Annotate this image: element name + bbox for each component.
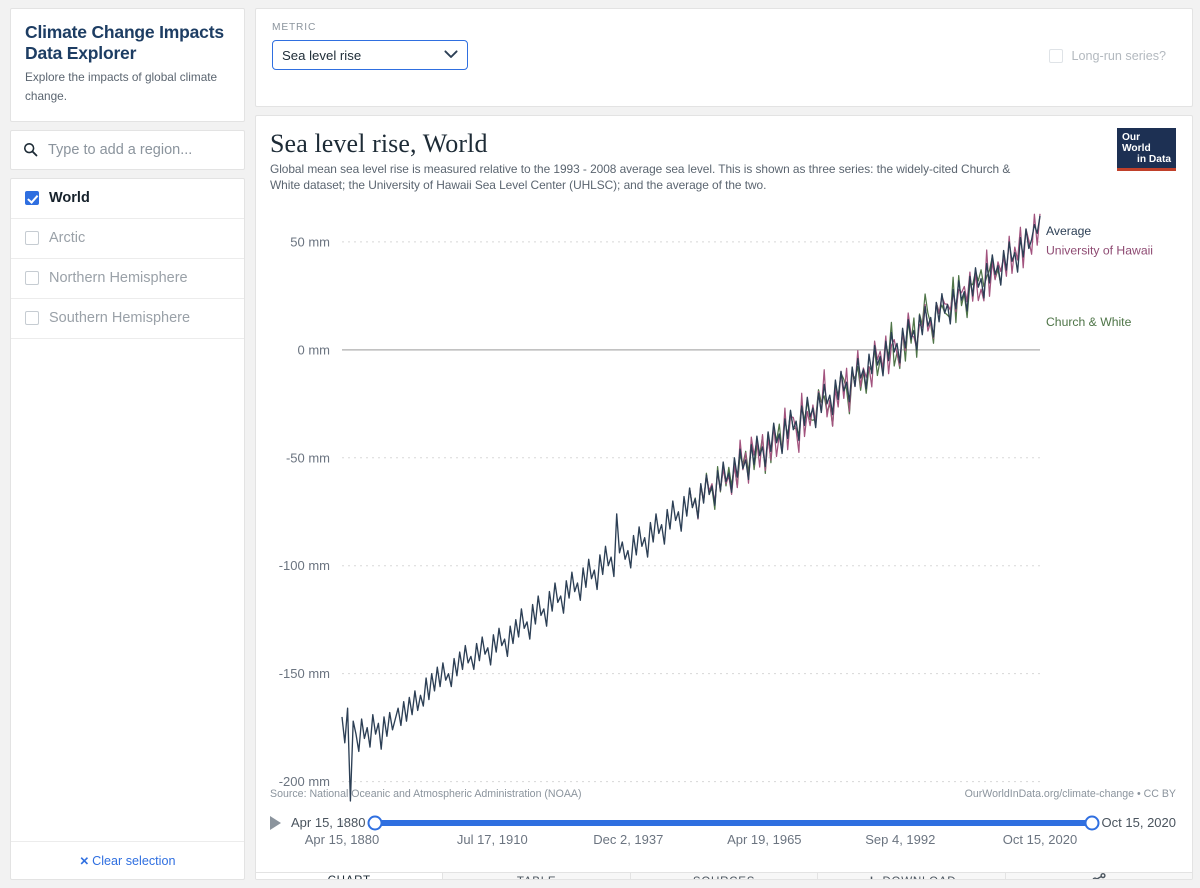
page-subtitle: Explore the impacts of global climate ch… [25, 70, 218, 104]
series-average [341, 215, 1041, 802]
share-icon [1092, 873, 1106, 879]
explorer-app: Climate Change Impacts Data Explorer Exp… [0, 0, 1200, 888]
long-run-series-label: Long-run series? [1071, 49, 1166, 63]
chart-tabs: CHART TABLE SOURCES DOW [256, 872, 1192, 879]
page-title: Climate Change Impacts Data Explorer [25, 22, 224, 63]
x-axis-tick-label: Sep 4, 1992 [865, 832, 935, 847]
timeline-track[interactable] [367, 815, 1100, 831]
region-checkbox-northern-hemisphere[interactable] [25, 271, 39, 285]
metric-select-value: Sea level rise [282, 47, 362, 63]
explorer-header: Climate Change Impacts Data Explorer Exp… [10, 8, 245, 122]
y-axis-tick-label: -200 mm [279, 774, 330, 789]
main-panel: METRIC Sea level rise Long-run series? S… [255, 8, 1193, 880]
long-run-series-toggle[interactable]: Long-run series? [1049, 49, 1166, 63]
x-axis-tick-label: Dec 2, 1937 [593, 832, 663, 847]
close-icon: ✕ [79, 855, 90, 868]
timeline-handle-end[interactable] [1084, 815, 1100, 831]
owid-logo-line1: Our World [1122, 131, 1151, 154]
series-label-university-of-hawaii[interactable]: University of Hawaii [1046, 244, 1153, 258]
region-label: World [49, 190, 90, 206]
timeline-start-date: Apr 15, 1880 [291, 815, 366, 831]
chart-panel: Sea level rise, World Global mean sea le… [255, 114, 1193, 880]
search-input[interactable] [46, 140, 232, 159]
timeline-end-date: Oct 15, 2020 [1101, 815, 1176, 831]
region-label: Northern Hemisphere [49, 270, 188, 286]
series-label-average[interactable]: Average [1046, 224, 1091, 238]
x-axis-tick-label: Apr 15, 1880 [305, 832, 379, 847]
y-axis-tick-label: -150 mm [279, 666, 330, 681]
plot-area[interactable]: 50 mm 0 mm -50 mm -100 mm -150 mm -200 mm Apr … [270, 202, 1176, 872]
region-row-southern-hemisphere[interactable]: Southern Hemisphere [11, 299, 244, 339]
region-rows: World Arctic Northern Hemisphere Souther… [11, 179, 244, 842]
tab-label: DOWNLOAD [882, 875, 956, 879]
chevron-down-icon [444, 46, 458, 64]
timeline-control[interactable]: Apr 15, 1880 Oct 15, 2020 [270, 815, 1176, 831]
tab-sources[interactable]: SOURCES [630, 873, 819, 879]
line-chart-svg[interactable]: 50 mm 0 mm -50 mm -100 mm -150 mm -200 mm Apr … [270, 202, 1176, 872]
metric-control: METRIC Sea level rise [272, 22, 468, 70]
clear-selection-button[interactable]: ✕ Clear selection [11, 841, 244, 879]
series-label-church-white[interactable]: Church & White [1046, 315, 1132, 329]
metric-select[interactable]: Sea level rise [272, 40, 468, 70]
chart-title: Sea level rise, World [270, 128, 488, 158]
clear-selection-label: Clear selection [92, 853, 176, 868]
tab-label: SOURCES [693, 875, 755, 879]
region-checkbox-world[interactable] [25, 191, 39, 205]
region-row-arctic[interactable]: Arctic [11, 219, 244, 259]
region-label: Southern Hemisphere [49, 310, 191, 326]
timeline-handle-start[interactable] [367, 815, 383, 831]
chart-subtitle: Global mean sea level rise is measured r… [270, 162, 1011, 193]
chart-attribution[interactable]: OurWorldInData.org/climate-change • CC B… [965, 788, 1176, 800]
tab-label: CHART [328, 874, 371, 879]
long-run-series-checkbox[interactable] [1049, 49, 1064, 63]
download-icon [866, 876, 877, 879]
series-university-of-hawaii [688, 213, 1041, 520]
region-label: Arctic [49, 230, 86, 246]
play-icon[interactable] [270, 815, 281, 830]
chart-source: Source: National Oceanic and Atmospheric… [270, 788, 582, 801]
x-axis-tick-label: Jul 17, 1910 [457, 832, 528, 847]
chart-body: Sea level rise, World Global mean sea le… [256, 116, 1192, 872]
x-axis-tick-label: Apr 19, 1965 [727, 832, 801, 847]
region-checkbox-arctic[interactable] [25, 231, 39, 245]
controls-bar: METRIC Sea level rise Long-run series? [255, 8, 1193, 107]
tab-table[interactable]: TABLE [443, 873, 631, 879]
chart-footer: Source: National Oceanic and Atmospheric… [270, 788, 1176, 800]
owid-logo-line2: in Data [1137, 153, 1171, 165]
y-axis-tick-label: 0 mm [298, 342, 331, 357]
region-list: World Arctic Northern Hemisphere Souther… [10, 177, 245, 880]
owid-logo[interactable]: Our World in Data [1117, 127, 1176, 171]
tab-share[interactable] [1005, 873, 1192, 879]
tab-download[interactable]: DOWNLOAD [818, 873, 1006, 879]
y-axis-tick-label: -100 mm [279, 558, 330, 573]
metric-label: METRIC [272, 22, 317, 33]
x-axis-tick-label: Oct 15, 2020 [1003, 832, 1077, 847]
region-search[interactable] [10, 129, 245, 170]
region-checkbox-southern-hemisphere[interactable] [25, 311, 39, 325]
sidebar: Climate Change Impacts Data Explorer Exp… [10, 8, 245, 880]
y-axis-tick-label: -50 mm [286, 450, 330, 465]
tab-label: TABLE [517, 875, 556, 879]
tab-chart[interactable]: CHART [256, 873, 444, 879]
y-axis-tick-label: 50 mm [290, 234, 330, 249]
region-row-northern-hemisphere[interactable]: Northern Hemisphere [11, 259, 244, 299]
region-row-world[interactable]: World [11, 179, 244, 219]
search-icon [23, 142, 38, 157]
